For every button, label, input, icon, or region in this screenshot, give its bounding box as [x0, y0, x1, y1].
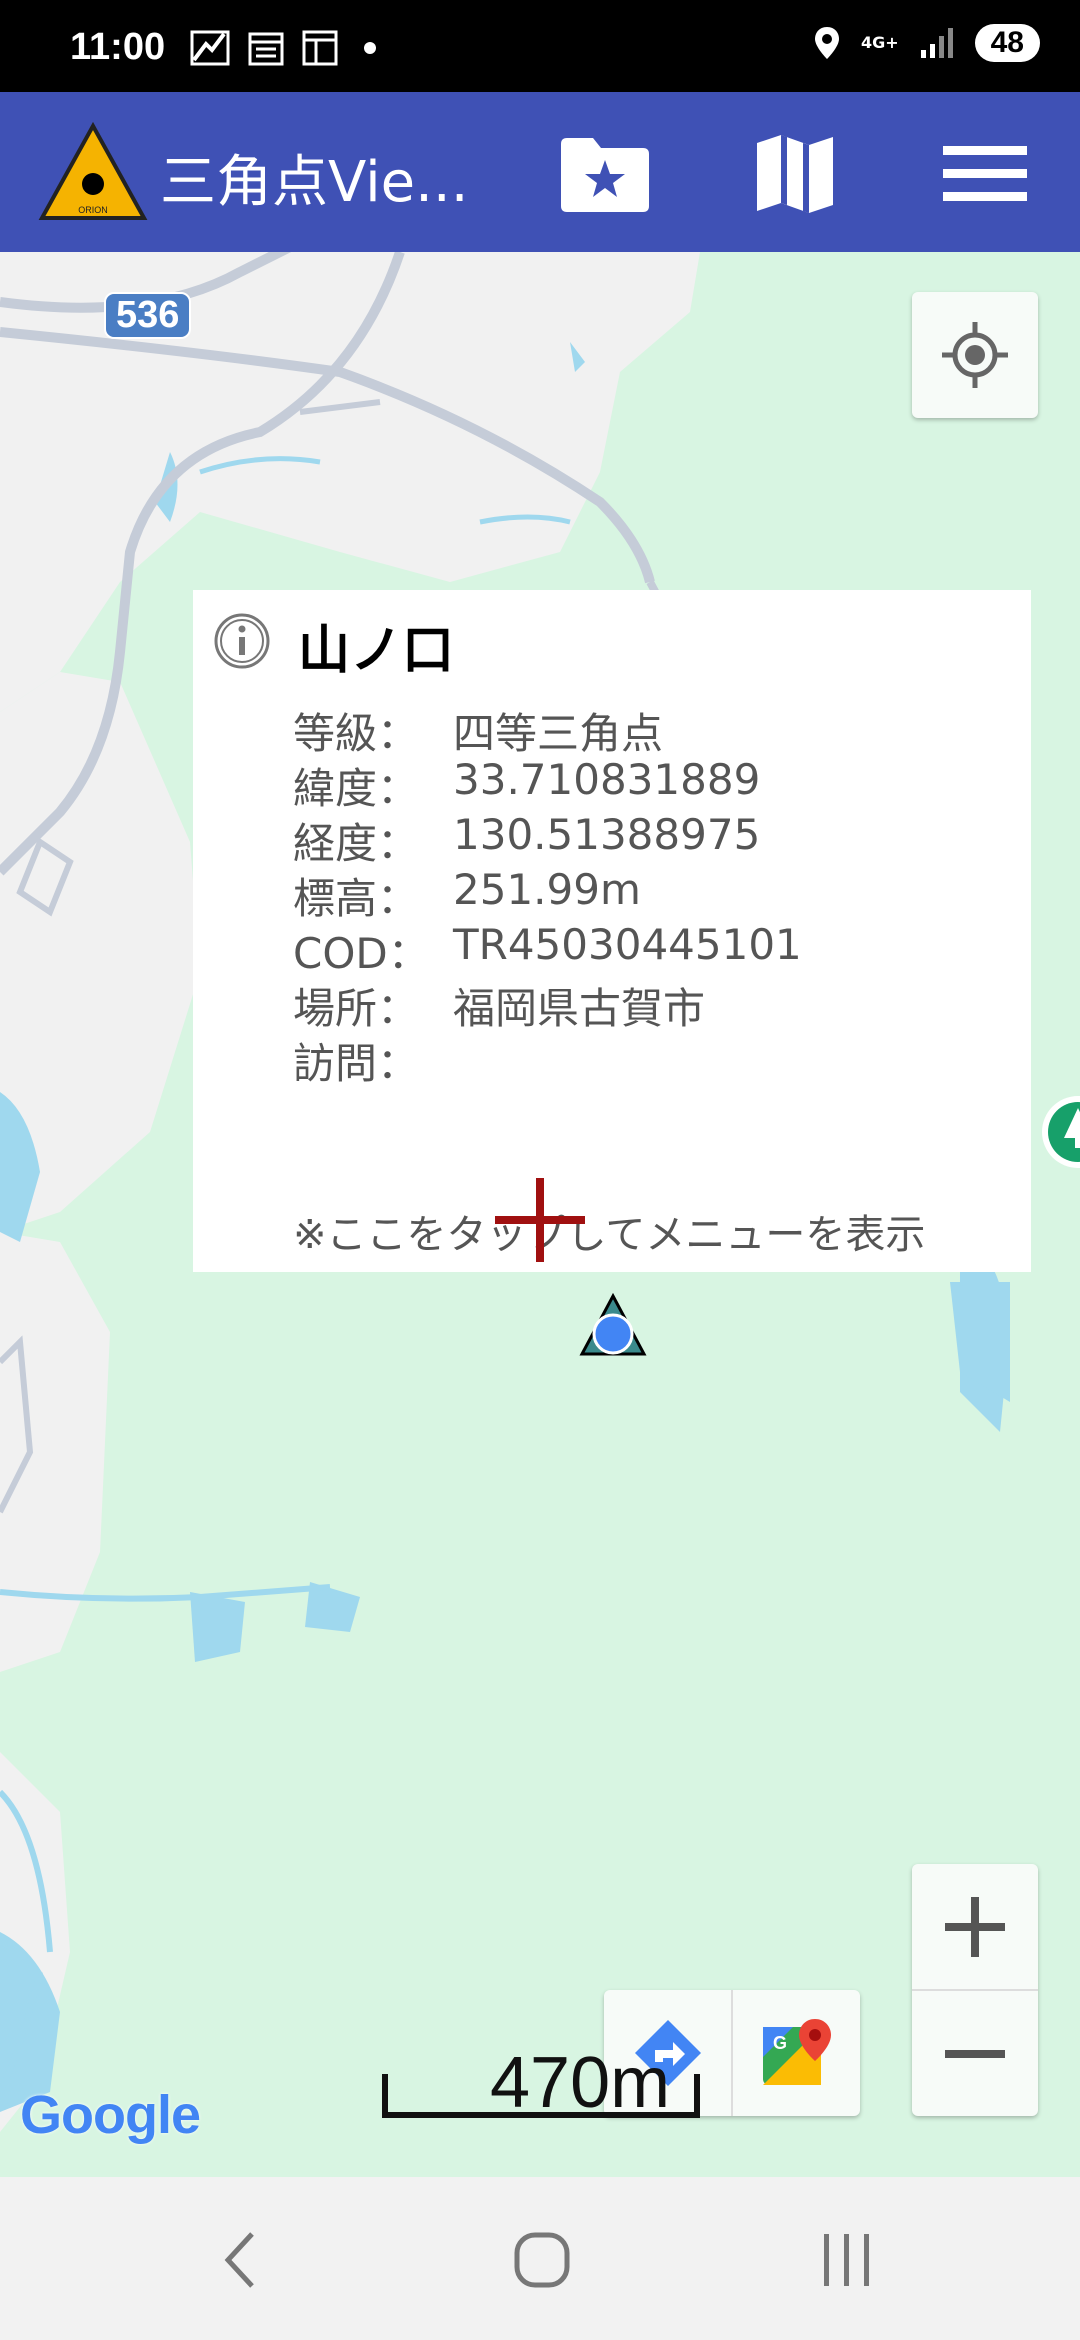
app-title: 三角点Vie...	[160, 150, 469, 215]
detail-row-latitude: 緯度： 33.710831889	[293, 755, 802, 813]
detail-label: 場所：	[293, 984, 420, 1033]
detail-row-longitude: 経度： 130.51388975	[293, 810, 802, 868]
info-icon	[214, 613, 270, 669]
park-marker[interactable]	[1030, 1092, 1080, 1182]
zoom-controls	[912, 1864, 1038, 2116]
detail-label: COD：	[293, 929, 430, 978]
menu-hint: ※ここをタップしてメニューを表示	[293, 1212, 926, 1258]
detail-value: 33.710831889	[453, 755, 761, 804]
network-label: 4G+	[860, 33, 899, 52]
detail-label: 標高：	[293, 874, 420, 923]
svg-text:G: G	[773, 2033, 787, 2053]
point-name: 山ノ口	[298, 621, 455, 681]
triangulation-marker-icon[interactable]	[578, 1292, 648, 1358]
map-type-button[interactable]	[745, 124, 845, 224]
detail-label: 経度：	[293, 819, 420, 868]
app-bar: ORION 三角点Vie...	[0, 92, 1080, 252]
app-logo: ORION	[38, 122, 148, 220]
scale-label: 470m	[490, 2043, 671, 2123]
detail-value: TR45030445101	[453, 920, 802, 969]
tree-icon	[1042, 1096, 1080, 1168]
battery-indicator: 48	[974, 24, 1040, 62]
detail-value: 130.51388975	[453, 810, 761, 859]
missed-call-icon	[190, 30, 230, 66]
detail-value: 251.99m	[453, 865, 641, 914]
point-details: 等級： 四等三角点 緯度： 33.710831889 経度： 130.51388…	[293, 700, 802, 1088]
favorites-folder-button[interactable]	[555, 124, 655, 224]
back-button[interactable]	[180, 2215, 300, 2305]
menu-button[interactable]	[935, 124, 1035, 224]
recents-icon	[824, 2234, 869, 2286]
zoom-in-icon	[945, 1896, 1005, 1957]
zoom-in-button[interactable]	[912, 1864, 1038, 1991]
zoom-out-icon	[945, 2049, 1005, 2058]
zoom-out-button[interactable]	[912, 1991, 1038, 2116]
system-nav-bar	[0, 2177, 1080, 2340]
detail-row-location: 場所： 福岡県古賀市	[293, 975, 802, 1033]
road-shield: 536	[104, 292, 192, 339]
google-maps-icon: G	[762, 2019, 831, 2085]
calendar-icon	[248, 32, 284, 66]
detail-row-visit: 訪問：	[293, 1030, 802, 1088]
detail-row-code: COD： TR45030445101	[293, 920, 802, 978]
signal-icon	[920, 28, 953, 58]
detail-label: 緯度：	[293, 764, 420, 813]
detail-value: 四等三角点	[453, 709, 664, 758]
news-icon	[302, 30, 338, 66]
info-window[interactable]: 山ノ口 等級： 四等三角点 緯度： 33.710831889 経度： 130.5…	[193, 590, 1031, 1272]
detail-label: 等級：	[293, 709, 420, 758]
home-button[interactable]	[482, 2215, 602, 2305]
status-bar: 11:00 4G+ 48	[0, 0, 1080, 92]
my-location-button[interactable]	[912, 292, 1038, 418]
detail-row-elevation: 標高： 251.99m	[293, 865, 802, 923]
notification-icons	[190, 30, 376, 66]
crosshair-icon	[495, 1178, 585, 1262]
back-icon	[224, 2232, 254, 2288]
recents-button[interactable]	[786, 2215, 906, 2305]
detail-label: 訪問：	[293, 1039, 420, 1088]
open-google-maps-button[interactable]: G	[733, 1990, 860, 2116]
google-logo: Google	[20, 2085, 201, 2145]
home-icon	[514, 2232, 570, 2288]
notification-dot-icon	[364, 42, 376, 54]
detail-row-grade: 等級： 四等三角点	[293, 700, 802, 758]
my-location-icon	[942, 322, 1008, 388]
status-time: 11:00	[70, 26, 166, 68]
folder-star-icon	[561, 138, 649, 212]
detail-value: 福岡県古賀市	[453, 984, 706, 1033]
menu-icon	[943, 146, 1027, 201]
logo-text: ORION	[78, 205, 108, 215]
map-view[interactable]: 536 G 山ノ口 等級： 四等三角点 緯度： 33.710831889 経度：…	[0, 252, 1080, 2177]
system-icons: 4G+ 48	[813, 24, 1040, 62]
map-icon	[757, 135, 833, 213]
location-icon	[814, 27, 839, 59]
